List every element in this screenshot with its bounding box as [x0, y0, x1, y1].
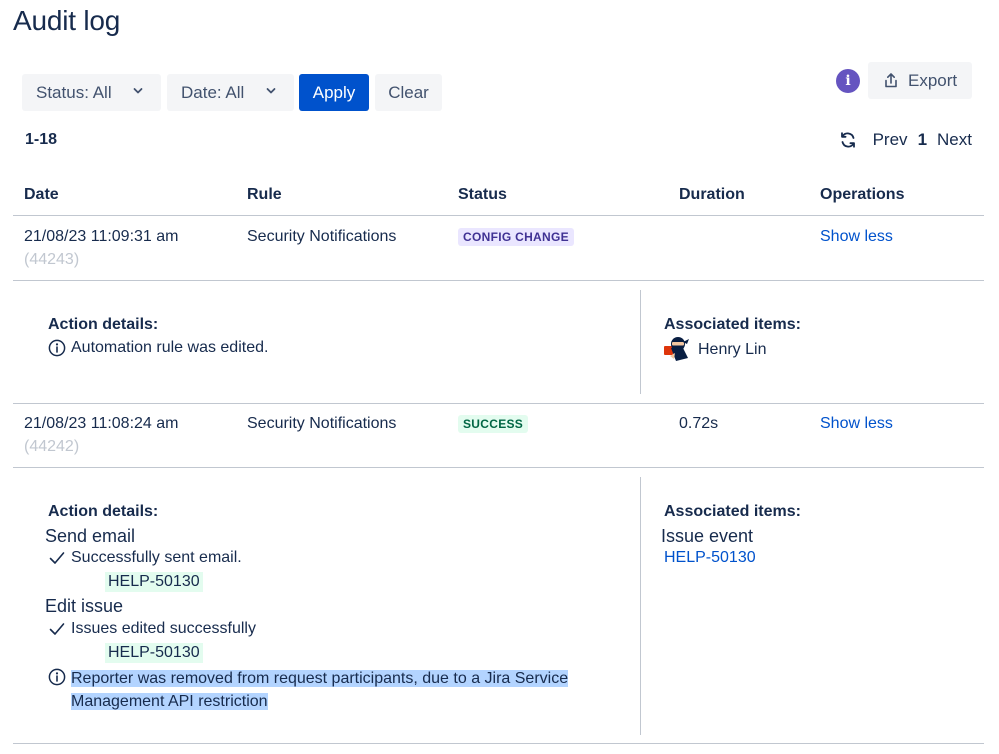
info-badge-icon[interactable]: i — [836, 69, 860, 93]
export-button[interactable]: Export — [868, 62, 972, 99]
show-less-link[interactable]: Show less — [820, 415, 893, 433]
next-page-link[interactable]: Next — [937, 130, 972, 150]
associated-items-heading: Associated items: — [664, 503, 801, 520]
issue-key[interactable]: HELP-50130 — [105, 572, 203, 592]
associated-issue-link[interactable]: HELP-50130 — [664, 549, 756, 567]
chevron-down-icon — [133, 88, 143, 94]
chevron-down-icon — [266, 88, 276, 94]
action-result: Issues edited successfully — [48, 620, 256, 638]
details-divider — [640, 477, 641, 735]
user-avatar[interactable] — [664, 336, 690, 362]
restriction-note: Reporter was removed from request partic… — [48, 667, 569, 713]
date-filter-dropdown[interactable]: Date: All — [167, 74, 294, 111]
action-details-heading: Action details: — [48, 316, 159, 333]
associated-type: Issue event — [661, 526, 754, 546]
column-header-status[interactable]: Status — [458, 186, 507, 204]
row-rule: Security Notifications — [247, 228, 397, 245]
restriction-note-line1: Reporter was removed from request partic… — [71, 670, 569, 687]
status-badge: CONFIG CHANGE — [458, 228, 574, 246]
row-divider — [13, 743, 984, 744]
issue-key[interactable]: HELP-50130 — [105, 643, 203, 663]
show-less-link[interactable]: Show less — [820, 228, 893, 246]
page-title: Audit log — [13, 5, 121, 36]
prev-page-link[interactable]: Prev — [873, 130, 908, 150]
row-divider — [13, 403, 984, 404]
date-filter-label: Date: All — [181, 82, 245, 102]
refresh-icon[interactable] — [839, 131, 857, 149]
action-result-text: Successfully sent email. — [71, 549, 242, 566]
action-message: Automation rule was edited. — [48, 339, 268, 357]
header-divider — [13, 215, 984, 216]
current-page: 1 — [917, 130, 928, 149]
check-icon — [49, 552, 65, 564]
row-divider — [13, 280, 984, 281]
row-rule: Security Notifications — [247, 415, 397, 432]
clear-button[interactable]: Clear — [375, 74, 442, 111]
export-label: Export — [908, 70, 958, 90]
check-icon — [49, 623, 65, 635]
column-header-duration[interactable]: Duration — [679, 186, 745, 204]
result-range: 1-18 — [25, 131, 58, 148]
status-badge: SUCCESS — [458, 415, 529, 433]
row-date: 21/08/23 11:09:31 am — [24, 228, 179, 245]
action-details-heading: Action details: — [48, 503, 159, 520]
details-divider — [640, 290, 641, 394]
info-circle-icon — [48, 668, 66, 686]
status-filter-dropdown[interactable]: Status: All — [22, 74, 161, 111]
column-header-date[interactable]: Date — [24, 186, 59, 204]
row-id: (44242) — [24, 438, 80, 455]
associated-user[interactable]: Henry Lin — [698, 341, 766, 359]
action-name: Edit issue — [45, 596, 124, 616]
column-header-operations: Operations — [820, 186, 905, 203]
action-name: Send email — [45, 526, 136, 546]
info-circle-icon — [48, 339, 66, 357]
row-duration: 0.72s — [679, 415, 719, 432]
action-message-text: Automation rule was edited. — [71, 339, 269, 356]
status-filter-label: Status: All — [36, 82, 112, 102]
associated-items-heading: Associated items: — [664, 316, 801, 333]
row-id: (44243) — [24, 251, 80, 268]
export-icon — [885, 73, 897, 88]
pagination: Prev 1 Next — [839, 130, 972, 150]
restriction-note-line2: Management API restriction — [71, 693, 268, 710]
action-result: Successfully sent email. — [48, 549, 242, 567]
column-header-rule[interactable]: Rule — [247, 186, 282, 204]
action-result-text: Issues edited successfully — [71, 620, 256, 637]
apply-button[interactable]: Apply — [299, 74, 369, 111]
row-date: 21/08/23 11:08:24 am — [24, 415, 179, 432]
row-divider — [13, 467, 984, 468]
